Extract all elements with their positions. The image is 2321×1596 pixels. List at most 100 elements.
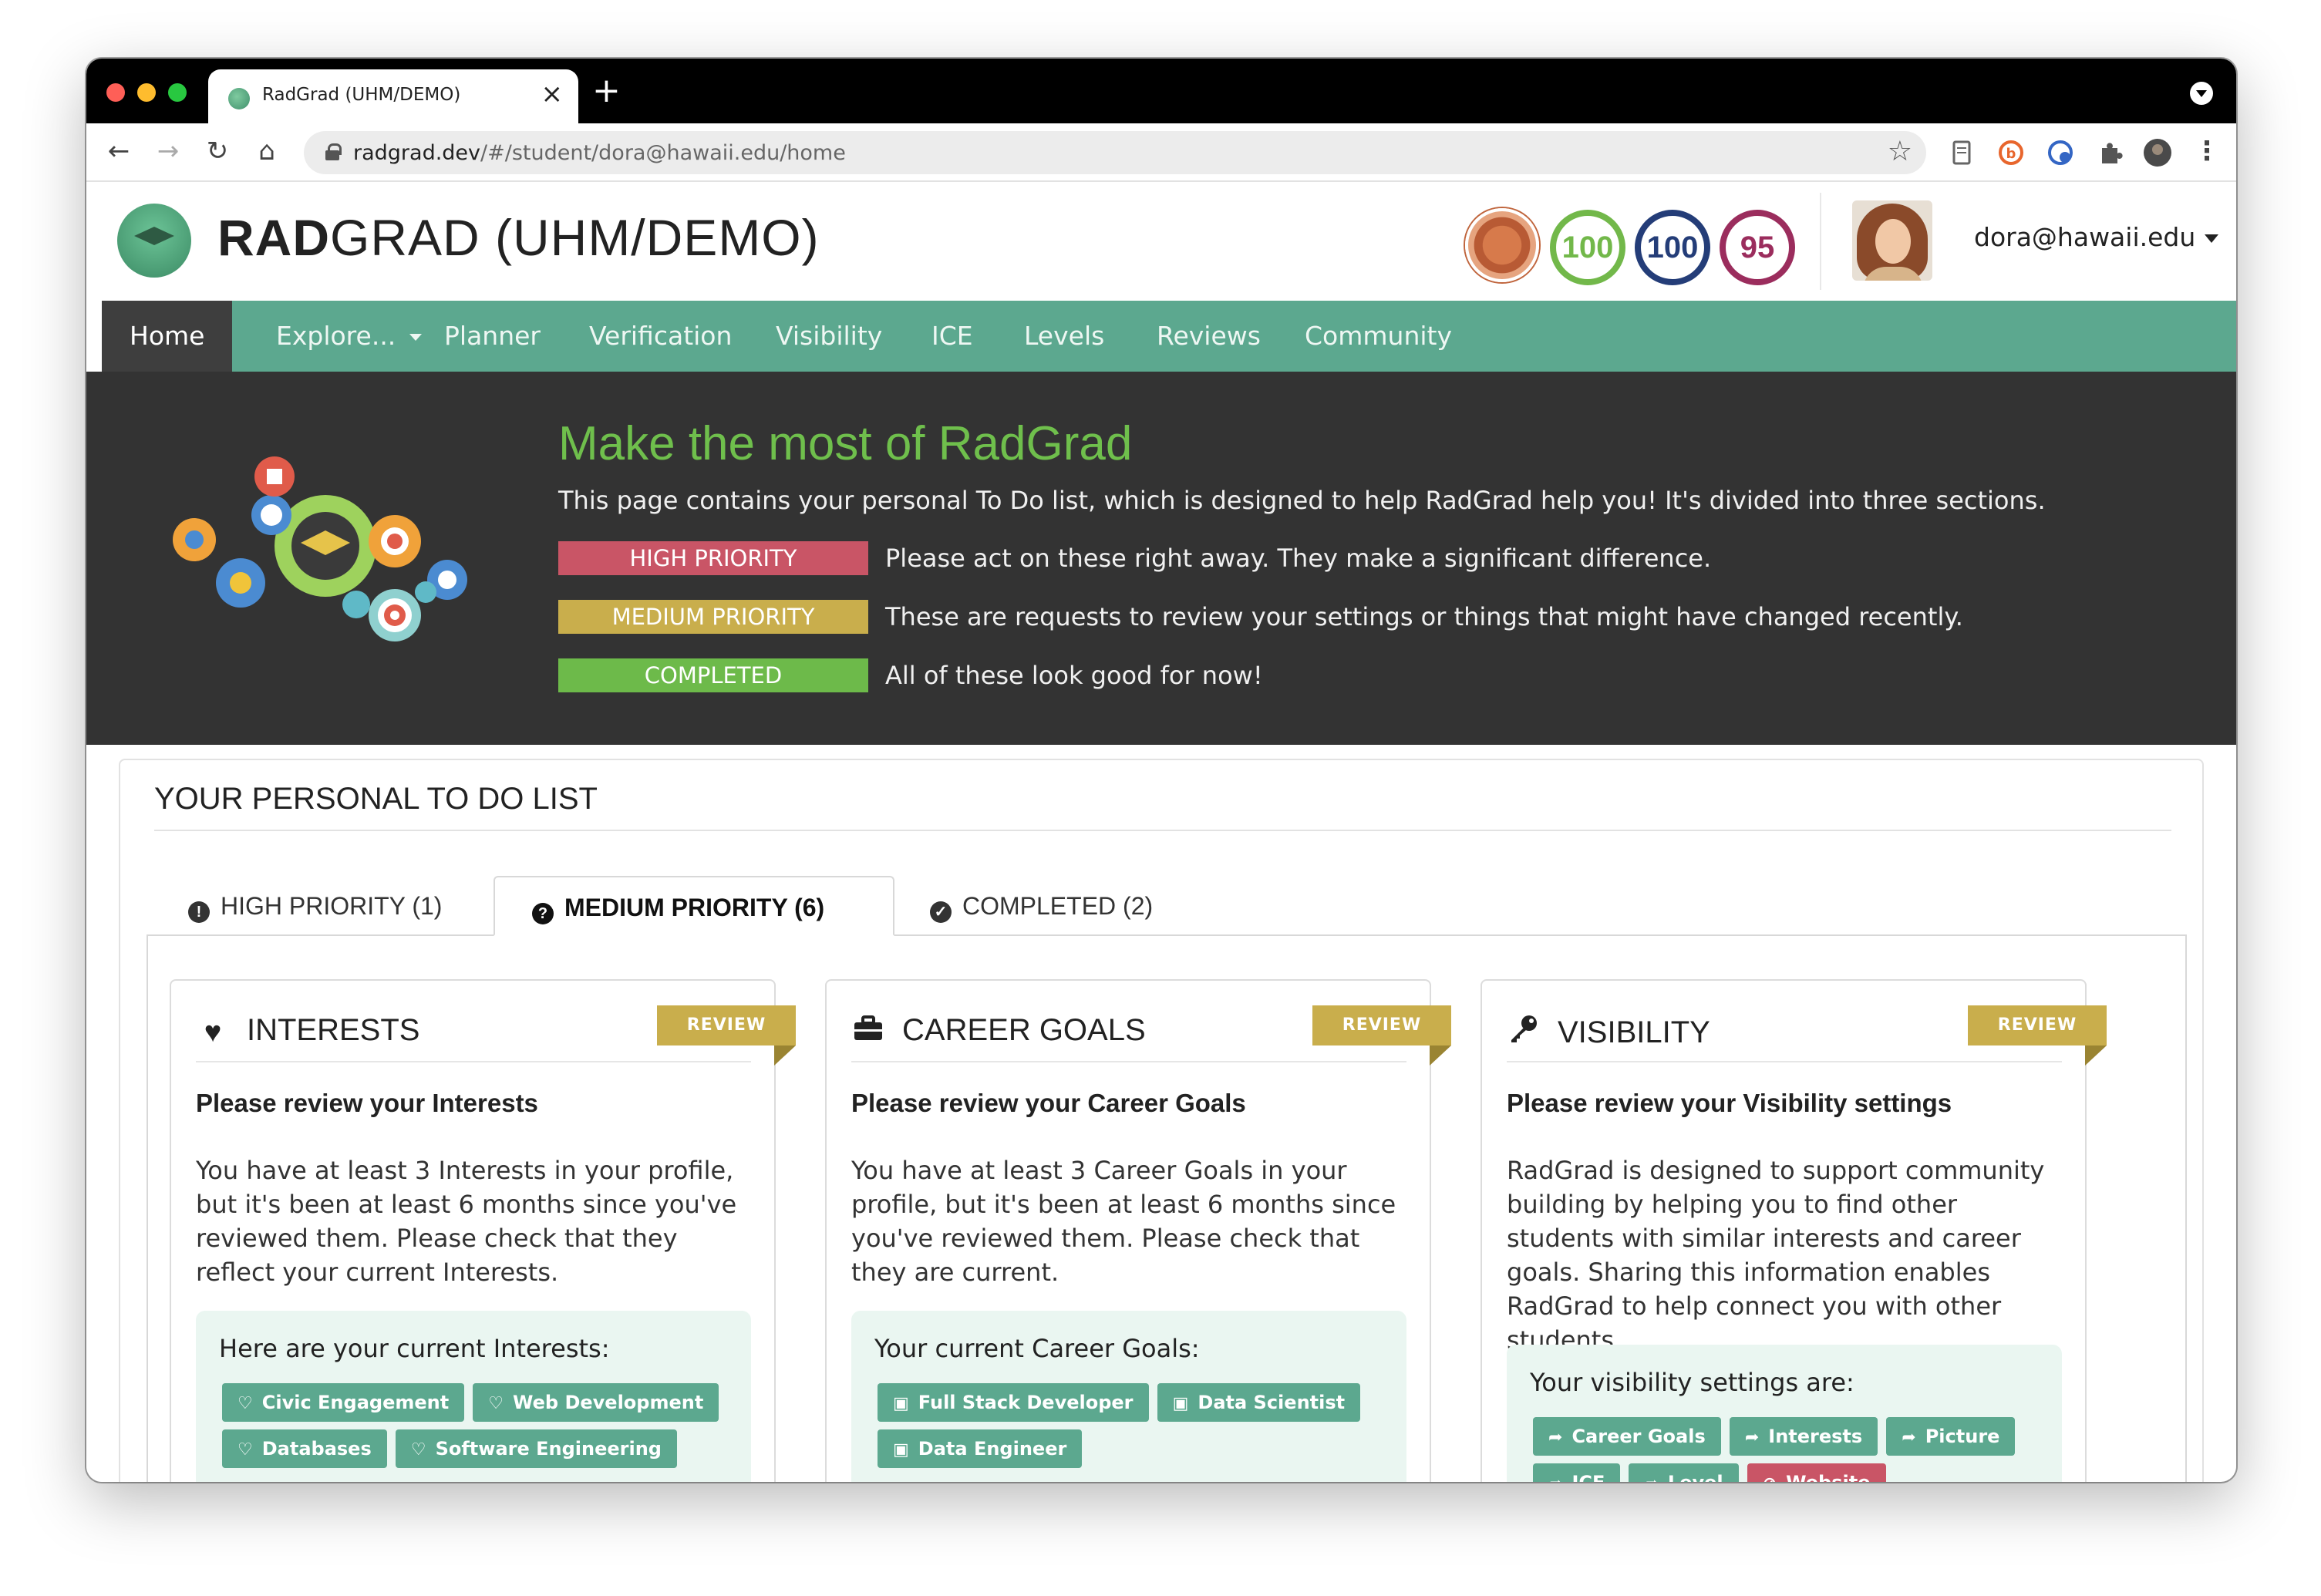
question-circle-icon: ? [532,903,554,924]
nav-explore[interactable]: Explore... [276,301,423,372]
todo-panel: YOUR PERSONAL TO DO LIST ! HIGH PRIORITY … [119,759,2204,1482]
card-subheading: Please review your Visibility settings [1507,1089,1952,1117]
box-label: Your current Career Goals: [874,1334,1200,1363]
reader-icon[interactable] [1946,137,1977,168]
interests-card: ♥ INTERESTS REVIEW Please review your Int… [170,979,796,1482]
briefcase-icon: ▣ [893,1394,909,1413]
card-text: You have at least 3 Interests in your pr… [196,1156,737,1287]
visibility-chip[interactable]: ➦ Career Goals [1533,1417,1721,1456]
address-bar[interactable]: radgrad.dev/#/student/dora@hawaii.edu/ho… [304,131,1926,174]
maximize-window-button[interactable] [168,83,187,102]
career-goals-box: Your current Career Goals: ▣ Full Stack D… [851,1311,1406,1482]
review-ribbon: REVIEW [657,1005,796,1066]
header-divider [1820,193,1821,290]
level-badge-icon[interactable] [1465,208,1539,282]
ice-competency-score[interactable]: 100 [1635,210,1710,285]
interest-chip[interactable]: ♡ Web Development [473,1383,719,1422]
tab-high-priority[interactable]: ! HIGH PRIORITY (1) [185,876,445,936]
extension-c-icon[interactable] [2045,137,2076,168]
visibility-chip[interactable]: ➦ICE [1533,1463,1621,1482]
heart-outline-icon: ♡ [488,1394,504,1413]
completed-badge: COMPLETED [558,658,868,692]
tab-medium-priority[interactable]: ? MEDIUM PRIORITY (6) [494,876,894,936]
caret-down-icon [2205,234,2219,243]
check-circle-icon: ✓ [930,901,952,923]
share-icon: ➦ [1548,1428,1563,1447]
tab-body-border [147,934,148,1482]
career-goal-chip[interactable]: ▣ Full Stack Developer [878,1383,1149,1422]
new-tab-button[interactable]: + [592,72,621,109]
share-icon: ➦ [1644,1474,1658,1482]
main-nav: Home Explore... Planner Verification Vis… [102,301,2236,372]
card-subheading: Please review your Interests [196,1089,538,1117]
career-goal-chip[interactable]: ▣ Data Scientist [1157,1383,1361,1422]
divider [196,1061,751,1062]
bookmark-star-icon[interactable]: ☆ [1888,136,1912,167]
todo-title: YOUR PERSONAL TO DO LIST [154,782,598,816]
reload-icon[interactable]: ↻ [200,134,234,168]
back-icon[interactable]: ← [102,134,136,168]
puzzle-icon[interactable] [2094,137,2125,168]
visibility-card: VISIBILITY REVIEW Please review your Vis… [1481,979,2107,1482]
share-icon: ➦ [1902,1428,1916,1447]
tab-completed[interactable]: ✓ COMPLETED (2) [930,876,1153,936]
share-icon: ➦ [1548,1474,1562,1482]
high-priority-desc: Please act on these right away. They mak… [885,544,1712,573]
tab-body-border [2185,934,2187,1482]
browser-tab[interactable]: RadGrad (UHM/DEMO) × [208,69,578,123]
close-window-button[interactable] [106,83,125,102]
nav-reviews[interactable]: Reviews [1157,301,1261,372]
briefcase-icon: ▣ [1172,1394,1189,1413]
divider [154,830,2171,831]
heart-outline-icon: ♡ [410,1440,426,1460]
heart-icon: ♥ [204,1016,222,1049]
tabs-baseline [147,934,2187,936]
visibility-chip-hidden[interactable]: ⊘Website [1747,1463,1886,1482]
graduation-cap-icon [134,227,174,245]
chrome-menu-icon[interactable] [2190,82,2213,105]
minimize-window-button[interactable] [137,83,156,102]
avatar[interactable] [1852,200,1932,281]
kebab-menu-icon[interactable]: ⋮ [2190,134,2224,168]
high-priority-badge: HIGH PRIORITY [558,541,868,575]
visibility-chip[interactable]: ➦ Picture [1886,1417,2016,1456]
interest-chip[interactable]: ♡ Databases [222,1429,387,1468]
nav-community[interactable]: Community [1305,301,1452,372]
browser-toolbar: ← → ↻ ⌂ radgrad.dev/#/student/dora@hawai… [86,123,2236,182]
tab-close-icon[interactable]: × [541,79,564,109]
divider [851,1061,1406,1062]
card-text: You have at least 3 Career Goals in your… [851,1156,1396,1287]
heart-outline-icon: ♡ [237,1440,253,1460]
tab-title: RadGrad (UHM/DEMO) [262,85,461,105]
forward-icon[interactable]: → [151,134,185,168]
nav-levels[interactable]: Levels [1024,301,1104,372]
visibility-chip[interactable]: ➦ Interests [1729,1417,1878,1456]
ice-experience-score[interactable]: 95 [1720,210,1795,285]
briefcase-icon: ▣ [893,1440,909,1460]
interest-chip[interactable]: ♡ Software Engineering [395,1429,677,1468]
ice-innovation-score[interactable]: 100 [1550,210,1625,285]
site-header: RADGRAD (UHM/DEMO) 100 100 95 dora@hawai… [86,182,2236,301]
lock-icon [325,143,342,160]
extension-b-icon[interactable]: b [1996,137,2026,168]
nav-visibility[interactable]: Visibility [776,301,882,372]
hero-banner: Make the most of RadGrad This page conta… [86,372,2236,745]
profile-avatar-icon[interactable] [2142,137,2173,168]
card-heading: VISIBILITY [1507,1013,1710,1052]
review-ribbon: REVIEW [1968,1005,2107,1066]
home-icon[interactable]: ⌂ [250,134,284,168]
nav-ice[interactable]: ICE [931,301,973,372]
eye-slash-icon: ⊘ [1763,1474,1777,1482]
radgrad-logo[interactable] [117,204,191,278]
caret-down-icon [409,334,423,341]
interest-chip[interactable]: ♡ Civic Engagement [222,1383,465,1422]
visibility-chip[interactable]: ➦Level [1629,1463,1739,1482]
user-dropdown[interactable]: dora@hawaii.edu [1974,222,2219,252]
url-text[interactable]: radgrad.dev/#/student/dora@hawaii.edu/ho… [353,141,846,165]
nav-home[interactable]: Home [102,301,233,372]
nav-verification[interactable]: Verification [589,301,732,372]
nav-planner[interactable]: Planner [444,301,541,372]
career-goal-chip[interactable]: ▣ Data Engineer [878,1429,1083,1468]
site-title: RADGRAD (UHM/DEMO) [217,209,820,266]
hero-subtitle: This page contains your personal To Do l… [558,486,2046,515]
